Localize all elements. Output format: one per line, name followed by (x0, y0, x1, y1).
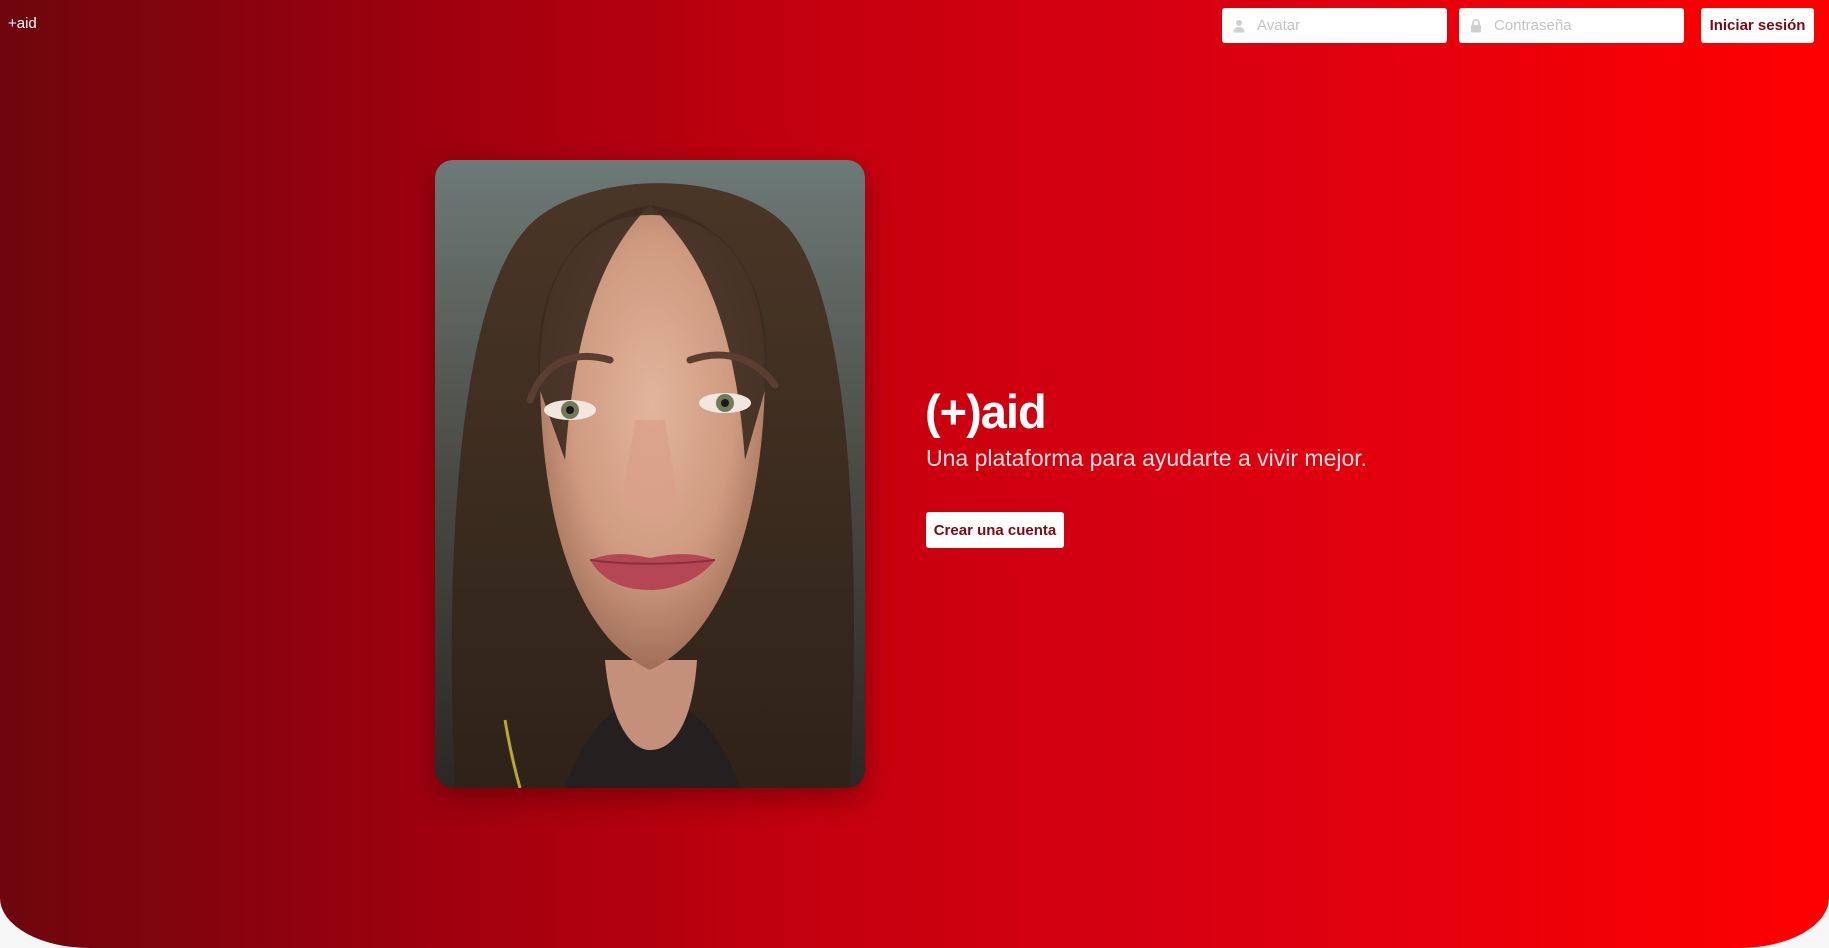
login-button[interactable]: Iniciar sesión (1701, 8, 1814, 43)
hero-title: (+)aid (925, 385, 1047, 438)
hero-subtitle: Una plataforma para ayudarte a vivir mej… (926, 445, 1368, 471)
password-field[interactable] (1459, 8, 1684, 43)
lock-icon (1470, 18, 1482, 33)
username-input[interactable] (1257, 17, 1427, 34)
create-account-button[interactable]: Crear una cuenta (926, 512, 1064, 548)
brand-logo[interactable]: +aid (8, 15, 37, 32)
password-input[interactable] (1494, 17, 1664, 34)
user-icon (1233, 19, 1245, 33)
username-field[interactable] (1222, 8, 1447, 43)
portrait-photo (435, 160, 865, 788)
hero-section: +aid Iniciar sesión (0, 0, 1829, 948)
